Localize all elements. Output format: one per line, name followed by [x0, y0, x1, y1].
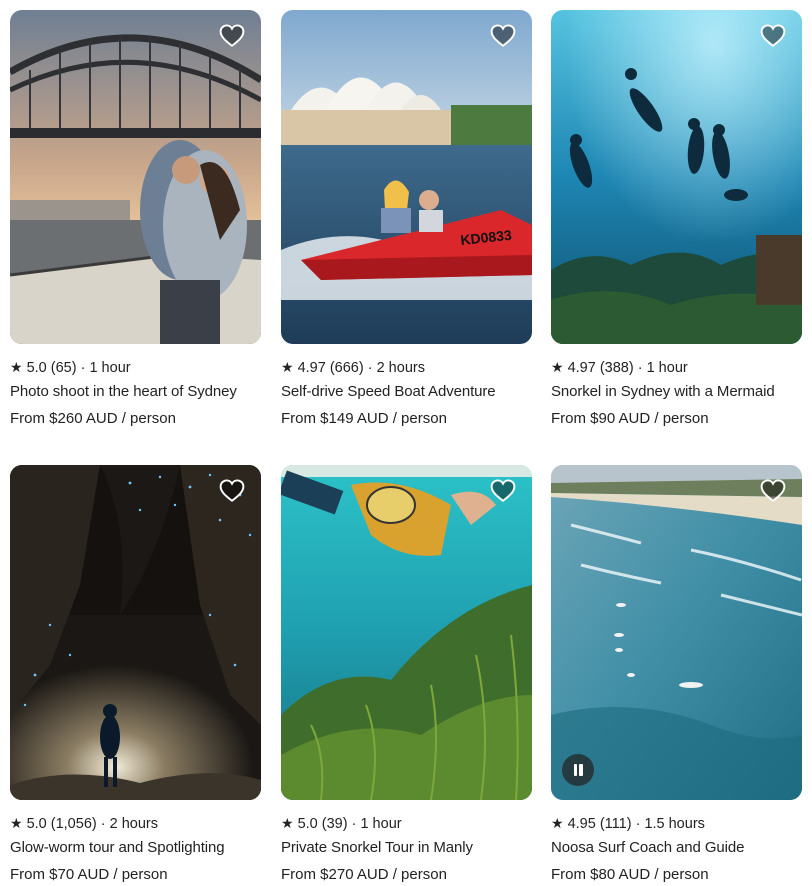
duration: 2 hours: [376, 360, 425, 376]
save-heart-icon[interactable]: [219, 478, 245, 504]
star-icon: ★: [10, 359, 23, 375]
save-heart-icon[interactable]: [490, 23, 516, 49]
save-heart-icon[interactable]: [760, 23, 786, 49]
save-heart-icon[interactable]: [219, 23, 245, 49]
duration: 2 hours: [109, 816, 158, 832]
star-icon: ★: [551, 815, 564, 831]
rating-value: 5.0: [297, 816, 318, 832]
rating-line: ★ 4.95 (111) · 1.5 hours: [551, 814, 802, 833]
experience-photo-glow-worm-cave[interactable]: [10, 465, 261, 800]
rating-value: 5.0: [26, 816, 47, 832]
star-icon: ★: [551, 359, 564, 375]
rating-line: ★ 5.0 (65) · 1 hour: [10, 358, 261, 377]
experience-price: From $260 AUD / person: [10, 410, 176, 427]
experience-title[interactable]: Noosa Surf Coach and Guide: [551, 838, 802, 857]
pause-icon[interactable]: [562, 754, 594, 786]
experience-card[interactable]: ★ 5.0 (39) · 1 hour Private Snorkel Tour …: [281, 465, 532, 884]
review-count: (65): [50, 360, 77, 376]
rating-value: 4.95: [567, 816, 596, 832]
experience-price: From $80 AUD / person: [551, 866, 709, 883]
save-heart-icon[interactable]: [760, 478, 786, 504]
experience-card[interactable]: ★ 4.95 (111) · 1.5 hours Noosa Surf Coach…: [551, 465, 802, 884]
experience-photo-speed-boat[interactable]: KD0833: [281, 10, 532, 344]
separator-dot: ·: [367, 360, 373, 376]
experience-photo-underwater[interactable]: [551, 10, 802, 344]
review-count: (111): [599, 816, 632, 832]
review-count: (39): [321, 816, 348, 832]
rating-line: ★ 4.97 (388) · 1 hour: [551, 358, 802, 377]
experience-price: From $70 AUD / person: [10, 866, 168, 883]
experience-card[interactable]: KD0833 ★ 4.97 (666) · 2 hours Self-drive …: [281, 10, 532, 428]
duration: 1.5 hours: [644, 816, 705, 832]
experience-video-noosa-surf[interactable]: [551, 465, 802, 800]
experience-title[interactable]: Self-drive Speed Boat Adventure: [281, 382, 532, 401]
separator-dot: ·: [100, 816, 106, 832]
rating-line: ★ 5.0 (39) · 1 hour: [281, 814, 532, 833]
experience-card[interactable]: ★ 4.97 (388) · 1 hour Snorkel in Sydney w…: [551, 10, 802, 428]
rating-line: ★ 5.0 (1,056) · 2 hours: [10, 814, 261, 833]
save-heart-icon[interactable]: [490, 478, 516, 504]
experience-photo-harbour-bridge[interactable]: [10, 10, 261, 344]
separator-dot: ·: [635, 816, 641, 832]
separator-dot: ·: [80, 360, 86, 376]
duration: 1 hour: [360, 816, 402, 832]
experience-price: From $149 AUD / person: [281, 410, 447, 427]
experience-title[interactable]: Snorkel in Sydney with a Mermaid: [551, 382, 802, 401]
separator-dot: ·: [637, 360, 643, 376]
duration: 1 hour: [646, 360, 688, 376]
rating-value: 4.97: [297, 360, 326, 376]
experience-photo-snorkel-manly[interactable]: [281, 465, 532, 800]
experience-card[interactable]: ★ 5.0 (1,056) · 2 hours Glow-worm tour an…: [10, 465, 261, 884]
rating-value: 5.0: [26, 360, 47, 376]
review-count: (388): [599, 360, 634, 376]
rating-line: ★ 4.97 (666) · 2 hours: [281, 358, 532, 377]
experience-title[interactable]: Photo shoot in the heart of Sydney: [10, 382, 261, 401]
experience-title[interactable]: Glow-worm tour and Spotlighting: [10, 838, 261, 857]
review-count: (1,056): [50, 816, 97, 832]
experience-title[interactable]: Private Snorkel Tour in Manly: [281, 838, 532, 857]
experience-price: From $90 AUD / person: [551, 410, 709, 427]
rating-value: 4.97: [567, 360, 596, 376]
experience-price: From $270 AUD / person: [281, 866, 447, 883]
star-icon: ★: [10, 815, 23, 831]
experience-card[interactable]: ★ 5.0 (65) · 1 hour Photo shoot in the he…: [10, 10, 261, 428]
duration: 1 hour: [89, 360, 131, 376]
review-count: (666): [329, 360, 364, 376]
separator-dot: ·: [351, 816, 357, 832]
star-icon: ★: [281, 359, 294, 375]
star-icon: ★: [281, 815, 294, 831]
